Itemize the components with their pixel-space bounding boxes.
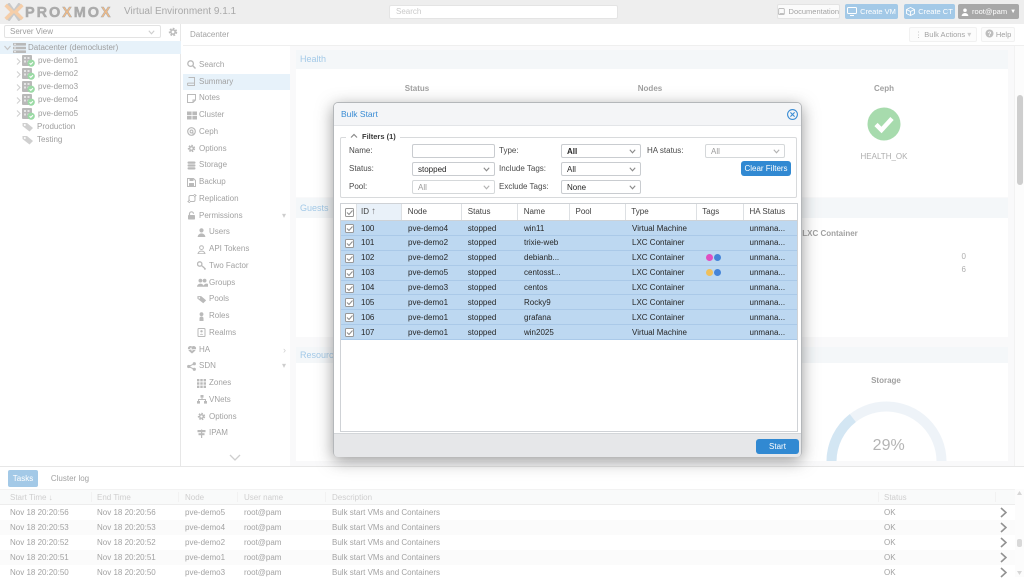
svg-text:?: ? xyxy=(987,31,991,38)
svg-text:29%: 29% xyxy=(873,437,905,454)
